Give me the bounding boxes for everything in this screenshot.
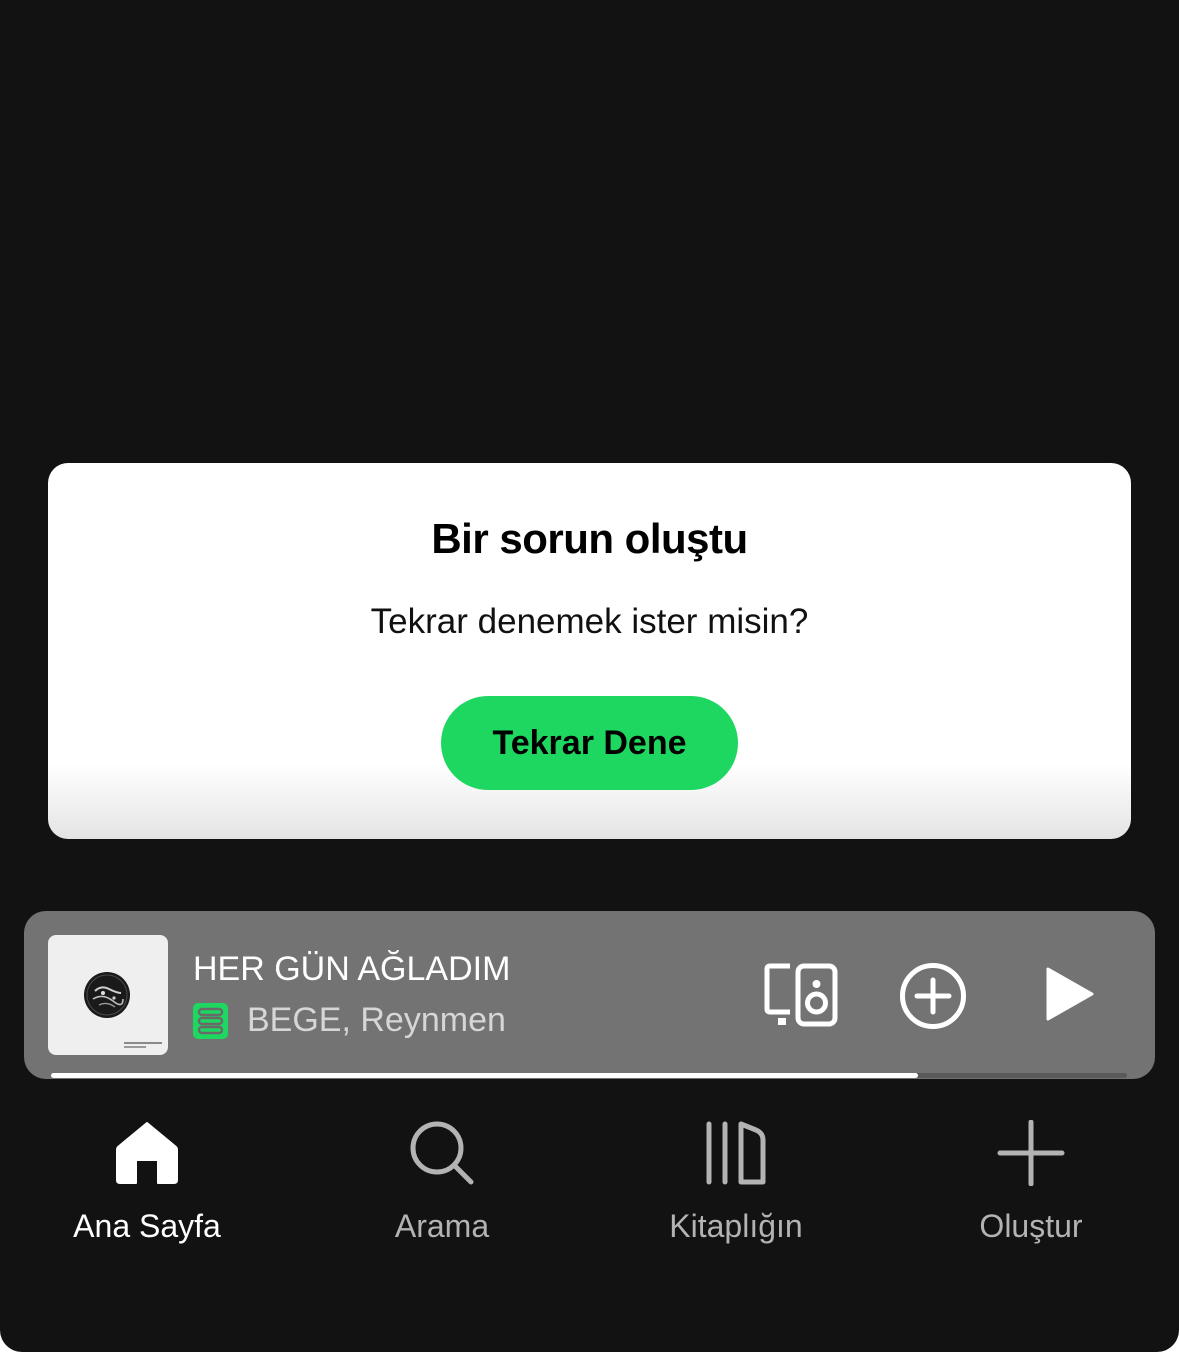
playback-progress-bar[interactable]: [51, 1073, 1127, 1078]
mini-player[interactable]: [24, 911, 1155, 1079]
album-cover-caption: [124, 1042, 162, 1048]
library-icon: [706, 1121, 766, 1185]
error-message: Tekrar denemek ister misin?: [370, 602, 809, 641]
connect-devices-icon[interactable]: [764, 963, 838, 1027]
add-circle-icon[interactable]: [899, 962, 967, 1030]
home-icon: [116, 1122, 178, 1184]
nav-label-home: Ana Sayfa: [73, 1208, 221, 1244]
album-cover-disc: [84, 972, 130, 1018]
nav-item-library[interactable]: Kitaplığın: [616, 1112, 856, 1252]
play-icon[interactable]: [1043, 966, 1095, 1022]
nav-label-search: Arama: [394, 1208, 490, 1244]
plus-icon: [997, 1120, 1065, 1186]
album-art[interactable]: [48, 935, 168, 1055]
downloaded-icon: [193, 1003, 228, 1039]
error-title: Bir sorun oluştu: [431, 515, 748, 562]
nav-item-search[interactable]: Arama: [322, 1112, 562, 1252]
track-artist[interactable]: BEGE, Reynmen: [247, 1001, 506, 1040]
nav-label-create: Oluştur: [979, 1208, 1083, 1244]
track-title[interactable]: HER GÜN AĞLADIM: [193, 950, 510, 989]
search-icon: [410, 1121, 474, 1185]
nav-item-create[interactable]: Oluştur: [911, 1112, 1151, 1252]
playback-progress-fill: [51, 1073, 919, 1078]
retry-button[interactable]: Tekrar Dene: [441, 696, 738, 790]
app-screen: Bir sorun oluştu Tekrar denemek ister mi…: [0, 0, 1179, 1352]
nav-label-library: Kitaplığın: [669, 1208, 803, 1244]
nav-item-home[interactable]: Ana Sayfa: [27, 1112, 267, 1252]
